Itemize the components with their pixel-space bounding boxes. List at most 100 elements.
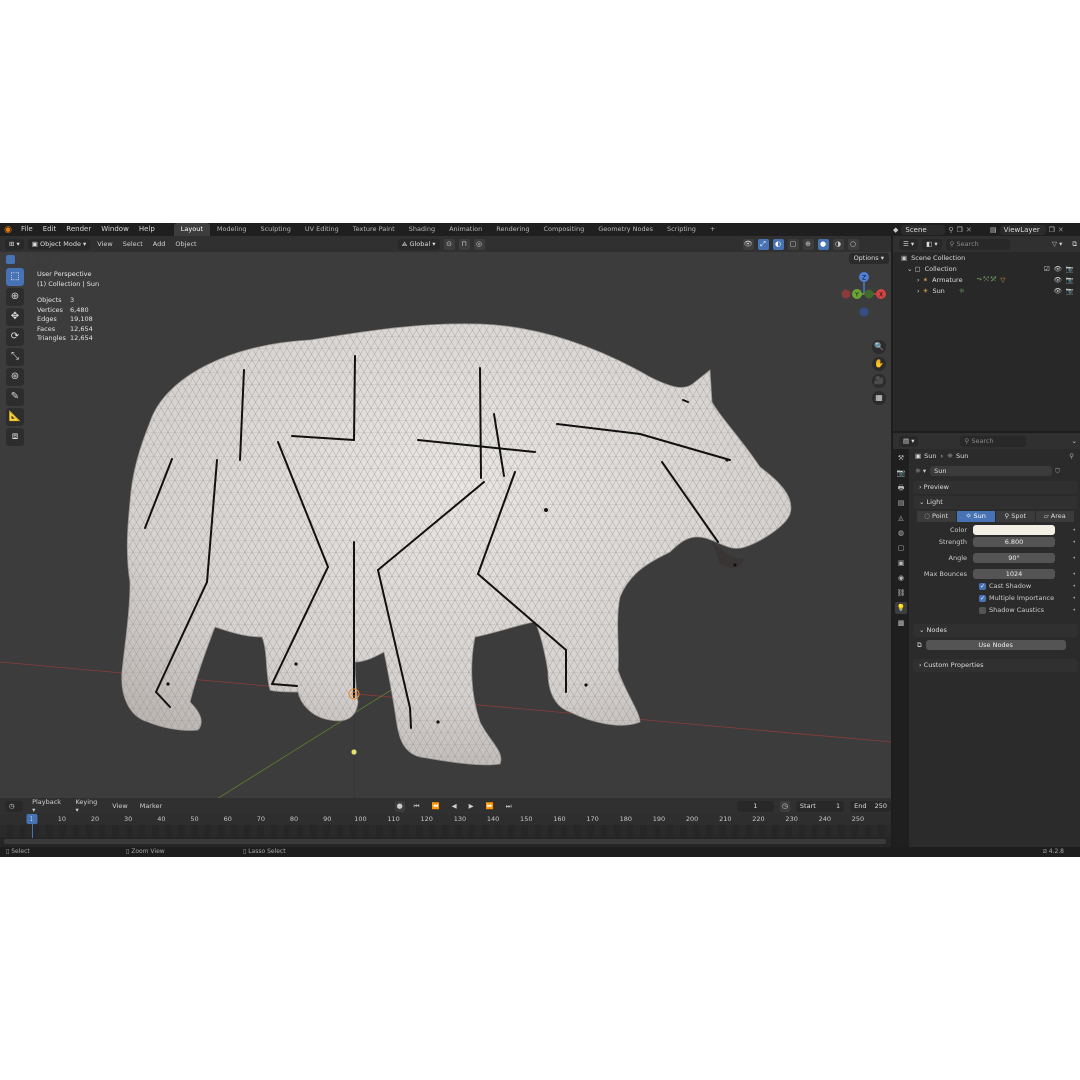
menu-object[interactable]: Object	[172, 240, 199, 248]
select-new-icon[interactable]	[6, 255, 15, 264]
options-icon[interactable]: ⌄	[1069, 437, 1080, 445]
collection-tab-icon[interactable]: ▢	[895, 542, 907, 554]
overlay-toggle-icon[interactable]: ◐	[772, 238, 784, 250]
panel-nodes[interactable]: ⌄ Nodes	[913, 624, 1078, 637]
start-frame-field[interactable]: Start 1	[795, 800, 845, 812]
scale-tool-icon[interactable]: ⤡	[6, 348, 24, 366]
cast-shadow-row[interactable]: ✓ Cast Shadow •	[911, 580, 1080, 592]
gizmo-toggle-icon[interactable]: ⤢	[757, 238, 769, 250]
constraints-tab-icon[interactable]: ⛓	[895, 587, 907, 599]
record-icon[interactable]: ●	[394, 800, 405, 812]
multiple-importance-checkbox[interactable]: ✓	[979, 594, 986, 602]
timeline-view-menu[interactable]: View	[109, 802, 130, 810]
frame-ruler[interactable]: 1102030405060708090100110120130140150160…	[0, 814, 891, 825]
tab-shading[interactable]: Shading	[402, 223, 442, 236]
timeline-area[interactable]: 1102030405060708090100110120130140150160…	[0, 814, 891, 847]
transform-tool-icon[interactable]: ⊛	[6, 368, 24, 386]
strength-field[interactable]: 6.800	[973, 537, 1055, 547]
ortho-grid-icon[interactable]: ▦	[872, 391, 886, 405]
outliner-collection[interactable]: ⌄ ▢ Collection ☑ 👁 📷	[893, 263, 1080, 274]
panel-custom-properties[interactable]: › Custom Properties	[913, 659, 1078, 672]
outliner-search-input[interactable]: ⚲ Search	[945, 238, 1010, 250]
snap-icon[interactable]: ⊓	[458, 238, 470, 250]
copy-icon[interactable]: ❐	[1049, 226, 1055, 234]
tab-texture-paint[interactable]: Texture Paint	[346, 223, 402, 236]
keying-menu[interactable]: Keying ▾	[72, 798, 103, 814]
xray-icon[interactable]: ▢	[787, 238, 799, 250]
camera-view-icon[interactable]: 🎥	[872, 374, 886, 388]
marker-menu[interactable]: Marker	[137, 802, 165, 810]
outliner-editor-type-button[interactable]: ☰ ▾	[899, 238, 919, 250]
panel-light[interactable]: ⌄ Light	[913, 496, 1078, 509]
max-bounces-field[interactable]: 1024	[973, 569, 1055, 579]
playback-menu[interactable]: Playback ▾	[29, 798, 66, 814]
viewlayer-field[interactable]: ViewLayer	[999, 224, 1046, 235]
object-tab-icon[interactable]: ▣	[895, 557, 907, 569]
visibility-icon[interactable]: 👁	[742, 238, 754, 250]
color-swatch[interactable]	[973, 525, 1055, 535]
move-tool-icon[interactable]: ✥	[6, 308, 24, 326]
tool-tab-icon[interactable]: ⚒	[895, 452, 907, 464]
jump-end-icon[interactable]: ⏭	[503, 802, 515, 811]
end-frame-field[interactable]: End 250	[850, 800, 891, 812]
outliner-item-sun[interactable]: › ☀ Sun ☼ 👁 📷	[893, 285, 1080, 296]
menu-view[interactable]: View	[94, 240, 115, 248]
current-frame-field[interactable]: 1	[736, 800, 774, 812]
menu-render[interactable]: Render	[61, 223, 96, 236]
tab-sculpting[interactable]: Sculpting	[253, 223, 297, 236]
menu-select[interactable]: Select	[120, 240, 146, 248]
measure-tool-icon[interactable]: 📐	[6, 408, 24, 426]
new-collection-icon[interactable]: ⧉	[1069, 240, 1080, 249]
multiple-importance-row[interactable]: ✓ Multiple Importance •	[911, 592, 1080, 604]
angle-field[interactable]: 90°	[973, 553, 1055, 563]
copy-icon[interactable]: ❐	[957, 226, 963, 234]
close-icon[interactable]: ✕	[1058, 226, 1064, 234]
select-extend-icon[interactable]	[17, 255, 26, 264]
light-type-spot[interactable]: ⚲ Spot	[996, 511, 1035, 522]
menu-edit[interactable]: Edit	[38, 223, 62, 236]
filter-icon[interactable]: ▽ ▾	[1049, 240, 1065, 248]
jump-start-icon[interactable]: ⏮	[411, 802, 423, 811]
wireframe-shading-icon[interactable]: ⊕	[802, 238, 814, 250]
light-data-tab-icon[interactable]: 💡	[895, 602, 907, 614]
light-type-sun[interactable]: ☼ Sun	[956, 511, 995, 522]
select-subtract-icon[interactable]	[28, 255, 37, 264]
select-box-tool-icon[interactable]: ⬚	[6, 268, 24, 286]
add-cube-tool-icon[interactable]: ⧈	[6, 428, 24, 446]
next-key-icon[interactable]: ⏩	[483, 802, 497, 810]
tab-uv-editing[interactable]: UV Editing	[298, 223, 346, 236]
tab-geometry-nodes[interactable]: Geometry Nodes	[591, 223, 660, 236]
shadow-caustics-row[interactable]: Shadow Caustics •	[911, 604, 1080, 616]
world-tab-icon[interactable]: ◍	[895, 527, 907, 539]
blender-logo-icon[interactable]: ◉	[0, 225, 16, 235]
options-dropdown[interactable]: Options ▾	[848, 253, 889, 264]
render-tab-icon[interactable]: 📷	[895, 467, 907, 479]
properties-editor-type-button[interactable]: ▤ ▾	[899, 435, 919, 447]
timeline-editor-type-button[interactable]: ◷ ▾	[5, 800, 24, 821]
select-intersect-icon[interactable]	[50, 255, 59, 264]
fake-user-icon[interactable]: ⛉	[1055, 467, 1060, 476]
proportional-edit-icon[interactable]: ◎	[473, 238, 485, 250]
tab-scripting[interactable]: Scripting	[660, 223, 703, 236]
preview-range-icon[interactable]: ◷	[779, 800, 790, 812]
scene-tab-icon[interactable]: ◬	[895, 512, 907, 524]
menu-file[interactable]: File	[16, 223, 38, 236]
play-reverse-icon[interactable]: ◀	[449, 802, 460, 810]
properties-search-input[interactable]: ⚲ Search	[960, 435, 1027, 447]
light-type-point[interactable]: ◌ Point	[917, 511, 956, 522]
play-icon[interactable]: ▶	[466, 802, 477, 810]
panel-preview[interactable]: › Preview	[913, 481, 1078, 494]
zoom-icon[interactable]: 🔍	[872, 340, 886, 354]
tab-compositing[interactable]: Compositing	[536, 223, 591, 236]
light-type-area[interactable]: ▱ Area	[1035, 511, 1074, 522]
mode-dropdown[interactable]: ▣ Object Mode ▾	[27, 238, 91, 250]
physics-tab-icon[interactable]: ◉	[895, 572, 907, 584]
annotate-tool-icon[interactable]: ✎	[6, 388, 24, 406]
view-layer-tab-icon[interactable]: ▤	[895, 497, 907, 509]
transform-orientation-dropdown[interactable]: ⟁ Global ▾	[397, 238, 440, 250]
display-mode-button[interactable]: ◧ ▾	[922, 238, 942, 250]
close-icon[interactable]: ✕	[966, 226, 972, 234]
scene-field[interactable]: Scene	[901, 224, 946, 235]
pan-hand-icon[interactable]: ✋	[872, 357, 886, 371]
editor-type-button[interactable]: ⊞ ▾	[5, 238, 24, 250]
